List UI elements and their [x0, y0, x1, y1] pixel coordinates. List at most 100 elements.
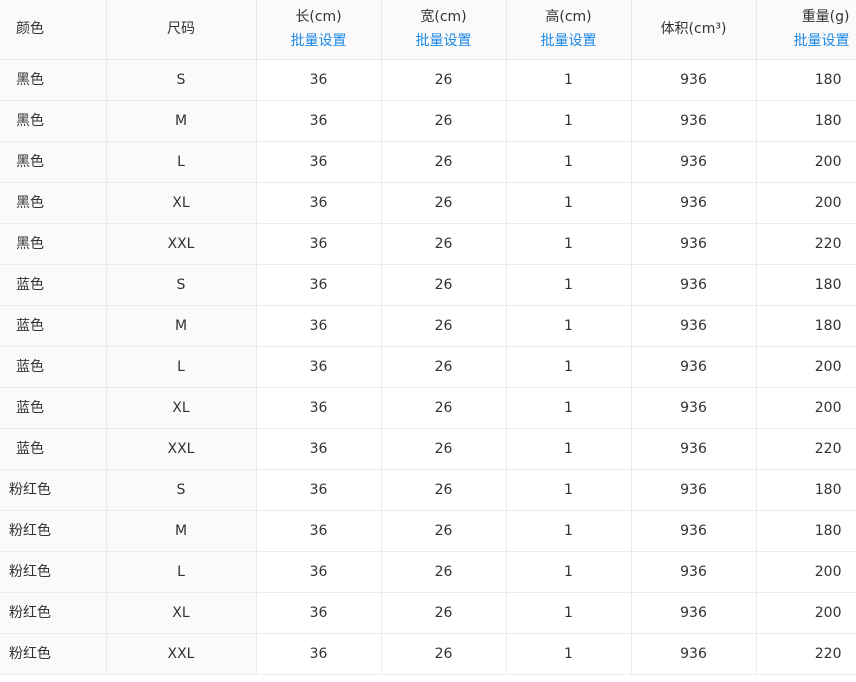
- cell-weight[interactable]: 180: [756, 264, 856, 306]
- cell-volume: 936: [631, 387, 757, 429]
- batch-set-length-link[interactable]: 批量设置: [257, 29, 381, 53]
- cell-height[interactable]: 1: [506, 264, 632, 306]
- cell-height[interactable]: 1: [506, 551, 632, 593]
- cell-width[interactable]: 26: [381, 305, 507, 347]
- table-row: 黑色 M 36 26 1 936 180: [0, 100, 856, 142]
- header-weight: 重量(g) 批量设置: [756, 0, 856, 60]
- cell-width[interactable]: 26: [381, 428, 507, 470]
- cell-width[interactable]: 26: [381, 387, 507, 429]
- cell-length[interactable]: 36: [256, 141, 382, 183]
- cell-weight[interactable]: 200: [756, 182, 856, 224]
- cell-weight[interactable]: 180: [756, 510, 856, 552]
- cell-size: XXL: [106, 428, 257, 470]
- header-width: 宽(cm) 批量设置: [381, 0, 507, 60]
- cell-height[interactable]: 1: [506, 100, 632, 142]
- cell-width[interactable]: 26: [381, 633, 507, 675]
- cell-length[interactable]: 36: [256, 428, 382, 470]
- cell-length[interactable]: 36: [256, 59, 382, 101]
- header-volume-label: 体积(cm³): [660, 21, 727, 38]
- cell-length[interactable]: 36: [256, 346, 382, 388]
- cell-weight[interactable]: 200: [756, 346, 856, 388]
- cell-length[interactable]: 36: [256, 592, 382, 634]
- cell-width[interactable]: 26: [381, 141, 507, 183]
- table-row: 黑色 L 36 26 1 936 200: [0, 141, 856, 183]
- cell-size: M: [106, 305, 257, 347]
- cell-weight[interactable]: 200: [756, 592, 856, 634]
- table-row: 蓝色 XXL 36 26 1 936 220: [0, 428, 856, 470]
- cell-size: L: [106, 346, 257, 388]
- cell-size: XL: [106, 592, 257, 634]
- header-color-label: 颜色: [16, 21, 44, 38]
- cell-height[interactable]: 1: [506, 305, 632, 347]
- batch-set-height-link[interactable]: 批量设置: [507, 29, 631, 53]
- cell-size: XL: [106, 182, 257, 224]
- cell-width[interactable]: 26: [381, 592, 507, 634]
- cell-size: L: [106, 551, 257, 593]
- cell-volume: 936: [631, 469, 757, 511]
- cell-length[interactable]: 36: [256, 469, 382, 511]
- cell-height[interactable]: 1: [506, 346, 632, 388]
- cell-width[interactable]: 26: [381, 264, 507, 306]
- table-row: 蓝色 XL 36 26 1 936 200: [0, 387, 856, 429]
- batch-set-weight-link[interactable]: 批量设置: [757, 29, 850, 53]
- header-weight-label: 重量(g): [801, 9, 850, 26]
- cell-volume: 936: [631, 264, 757, 306]
- cell-width[interactable]: 26: [381, 346, 507, 388]
- cell-length[interactable]: 36: [256, 223, 382, 265]
- table-row: 黑色 S 36 26 1 936 180: [0, 59, 856, 101]
- cell-volume: 936: [631, 100, 757, 142]
- cell-height[interactable]: 1: [506, 592, 632, 634]
- cell-weight[interactable]: 200: [756, 387, 856, 429]
- cell-height[interactable]: 1: [506, 387, 632, 429]
- cell-volume: 936: [631, 551, 757, 593]
- cell-weight[interactable]: 200: [756, 551, 856, 593]
- cell-height[interactable]: 1: [506, 182, 632, 224]
- cell-height[interactable]: 1: [506, 510, 632, 552]
- cell-length[interactable]: 36: [256, 182, 382, 224]
- cell-height[interactable]: 1: [506, 141, 632, 183]
- cell-length[interactable]: 36: [256, 551, 382, 593]
- cell-weight[interactable]: 180: [756, 100, 856, 142]
- cell-height[interactable]: 1: [506, 223, 632, 265]
- cell-length[interactable]: 36: [256, 264, 382, 306]
- cell-size: XL: [106, 387, 257, 429]
- cell-volume: 936: [631, 223, 757, 265]
- cell-size: S: [106, 469, 257, 511]
- cell-width[interactable]: 26: [381, 59, 507, 101]
- cell-height[interactable]: 1: [506, 633, 632, 675]
- cell-volume: 936: [631, 633, 757, 675]
- cell-width[interactable]: 26: [381, 182, 507, 224]
- cell-weight[interactable]: 180: [756, 469, 856, 511]
- cell-length[interactable]: 36: [256, 633, 382, 675]
- table-row: 蓝色 L 36 26 1 936 200: [0, 346, 856, 388]
- table-row: 蓝色 S 36 26 1 936 180: [0, 264, 856, 306]
- cell-width[interactable]: 26: [381, 469, 507, 511]
- cell-color: 蓝色: [0, 387, 107, 429]
- cell-length[interactable]: 36: [256, 100, 382, 142]
- cell-height[interactable]: 1: [506, 59, 632, 101]
- batch-set-width-link[interactable]: 批量设置: [382, 29, 506, 53]
- cell-height[interactable]: 1: [506, 469, 632, 511]
- table-row: 粉红色 M 36 26 1 936 180: [0, 510, 856, 552]
- cell-width[interactable]: 26: [381, 510, 507, 552]
- cell-length[interactable]: 36: [256, 510, 382, 552]
- table-header-row: 颜色 尺码 长(cm) 批量设置 宽(cm) 批量设置 高(cm) 批量设置 体…: [0, 0, 856, 60]
- cell-weight[interactable]: 200: [756, 141, 856, 183]
- cell-width[interactable]: 26: [381, 551, 507, 593]
- header-color: 颜色: [0, 0, 107, 60]
- cell-width[interactable]: 26: [381, 223, 507, 265]
- cell-volume: 936: [631, 59, 757, 101]
- cell-width[interactable]: 26: [381, 100, 507, 142]
- cell-size: XXL: [106, 633, 257, 675]
- table-row: 粉红色 L 36 26 1 936 200: [0, 551, 856, 593]
- cell-weight[interactable]: 220: [756, 223, 856, 265]
- cell-weight[interactable]: 220: [756, 428, 856, 470]
- cell-length[interactable]: 36: [256, 305, 382, 347]
- cell-height[interactable]: 1: [506, 428, 632, 470]
- cell-size: XXL: [106, 223, 257, 265]
- cell-weight[interactable]: 220: [756, 633, 856, 675]
- cell-length[interactable]: 36: [256, 387, 382, 429]
- cell-weight[interactable]: 180: [756, 305, 856, 347]
- cell-weight[interactable]: 180: [756, 59, 856, 101]
- cell-color: 蓝色: [0, 428, 107, 470]
